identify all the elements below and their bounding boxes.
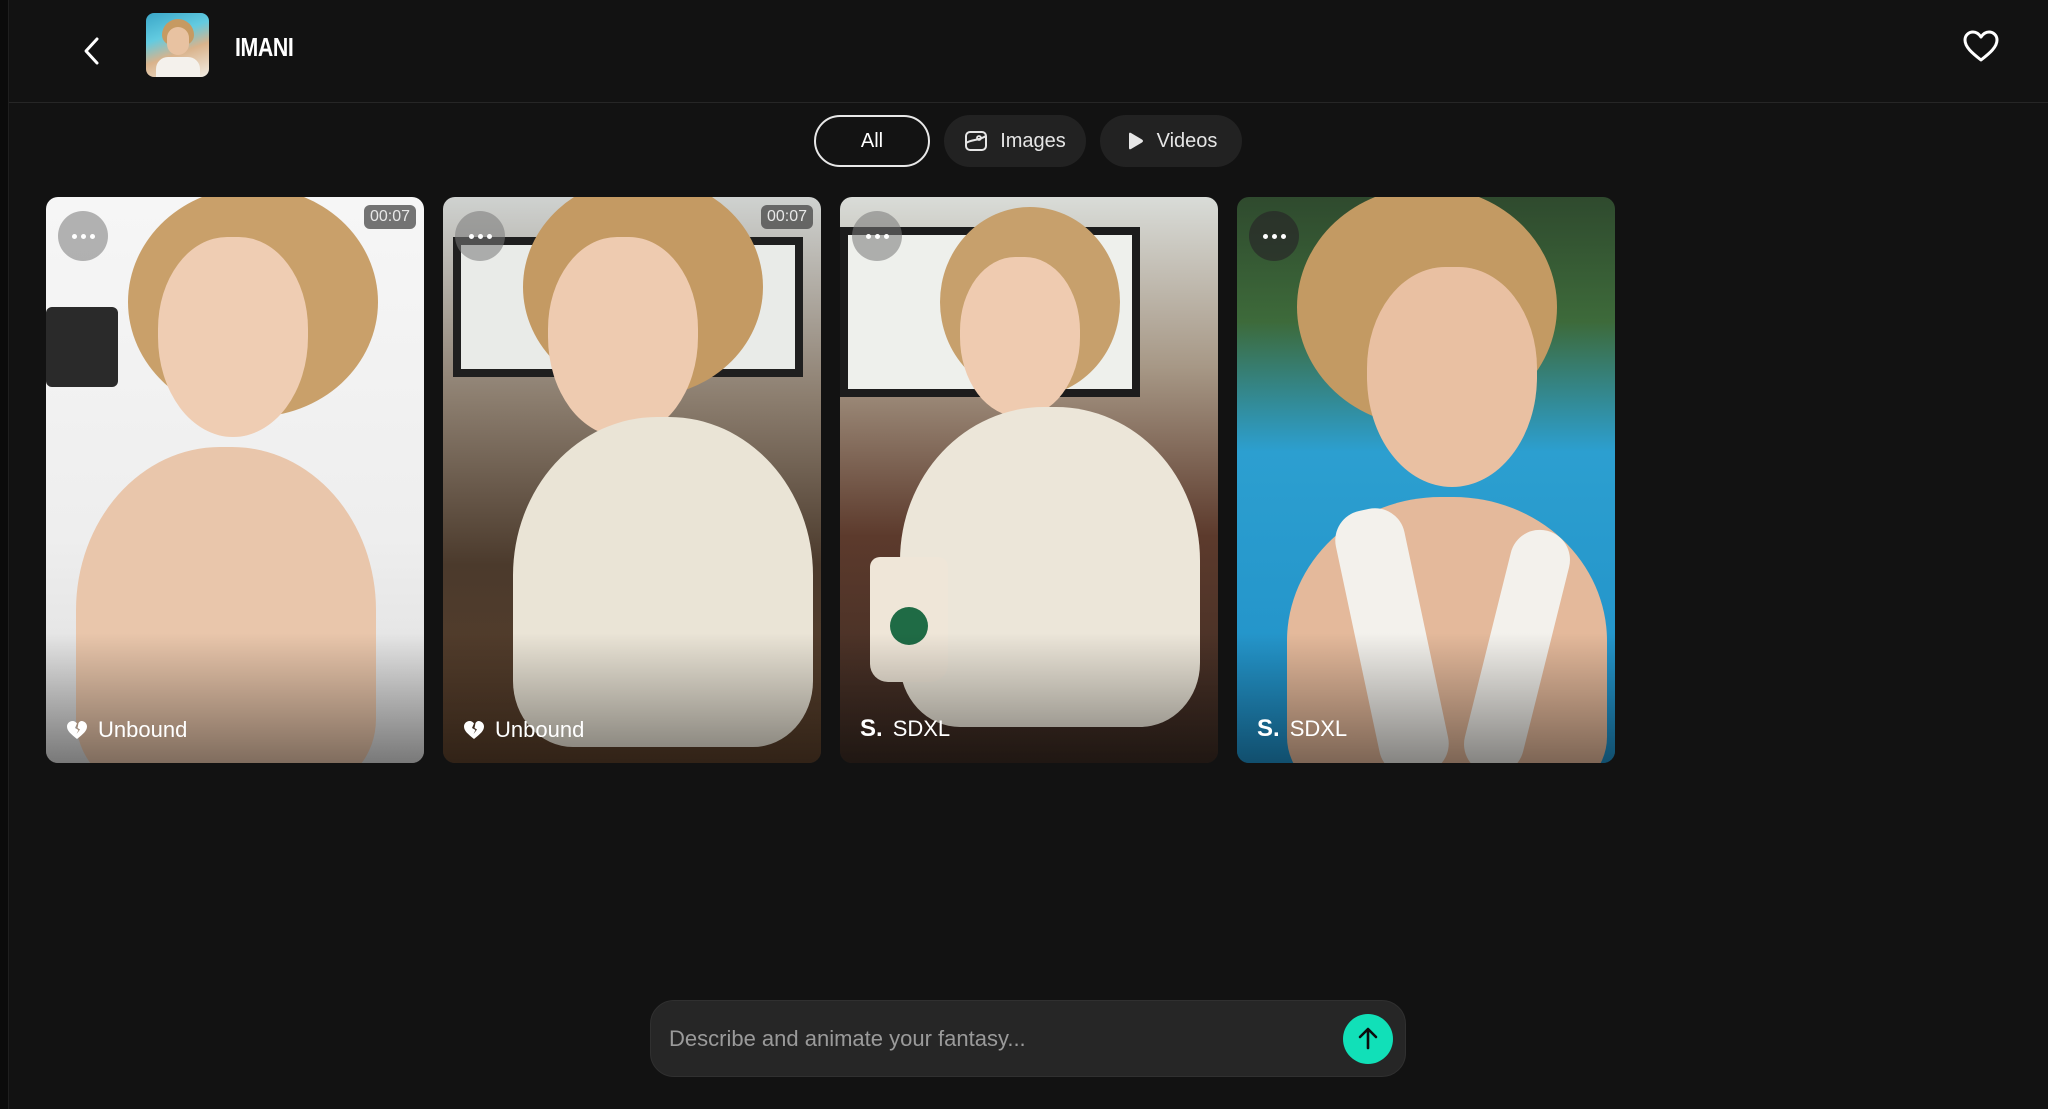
arrow-up-icon bbox=[1358, 1027, 1378, 1050]
prompt-bar bbox=[650, 1000, 1406, 1077]
media-card[interactable]: 00:07 Unbound bbox=[46, 197, 424, 763]
send-button[interactable] bbox=[1343, 1014, 1393, 1064]
play-icon bbox=[1128, 132, 1143, 150]
sdxl-logo-icon: S. bbox=[860, 715, 883, 742]
model-name: Unbound bbox=[495, 717, 585, 742]
media-grid: 00:07 Unbound 00:07 Unbound S. SDXL S. S… bbox=[46, 197, 1615, 763]
more-options-button[interactable] bbox=[1249, 211, 1299, 261]
image-icon bbox=[965, 131, 988, 151]
tab-all[interactable]: All bbox=[814, 115, 930, 167]
tab-images-label: Images bbox=[1000, 129, 1066, 152]
video-duration: 00:07 bbox=[363, 205, 416, 229]
model-badge: Unbound bbox=[463, 717, 584, 743]
heart-broken-icon bbox=[67, 721, 87, 739]
avatar[interactable] bbox=[146, 13, 209, 77]
model-badge: S. SDXL bbox=[860, 715, 950, 743]
tab-videos[interactable]: Videos bbox=[1100, 115, 1242, 167]
back-button[interactable] bbox=[71, 30, 113, 72]
tab-videos-label: Videos bbox=[1156, 129, 1218, 152]
media-card[interactable]: 00:07 Unbound bbox=[443, 197, 821, 763]
sdxl-logo-icon: S. bbox=[1257, 715, 1280, 742]
prompt-input[interactable] bbox=[669, 1001, 1319, 1076]
heart-icon bbox=[1963, 30, 1999, 62]
heart-broken-icon bbox=[464, 721, 484, 739]
model-badge: S. SDXL bbox=[1257, 715, 1347, 743]
model-name: SDXL bbox=[892, 716, 951, 741]
model-name: Unbound bbox=[98, 717, 188, 742]
model-name: SDXL bbox=[1289, 716, 1348, 741]
model-badge: Unbound bbox=[66, 717, 187, 743]
video-duration: 00:07 bbox=[760, 205, 813, 229]
header: IMANI bbox=[9, 0, 2048, 103]
tab-all-label: All bbox=[860, 129, 884, 152]
more-options-button[interactable] bbox=[455, 211, 505, 261]
filter-tabs: All Images Videos bbox=[814, 115, 1242, 167]
chevron-left-icon bbox=[84, 37, 99, 65]
left-rail bbox=[0, 0, 9, 1109]
character-name: IMANI bbox=[235, 32, 294, 62]
tab-images[interactable]: Images bbox=[944, 115, 1086, 167]
more-options-button[interactable] bbox=[852, 211, 902, 261]
favorite-button[interactable] bbox=[1959, 26, 2003, 66]
media-card[interactable]: S. SDXL bbox=[1237, 197, 1615, 763]
media-card[interactable]: S. SDXL bbox=[840, 197, 1218, 763]
more-options-button[interactable] bbox=[58, 211, 108, 261]
